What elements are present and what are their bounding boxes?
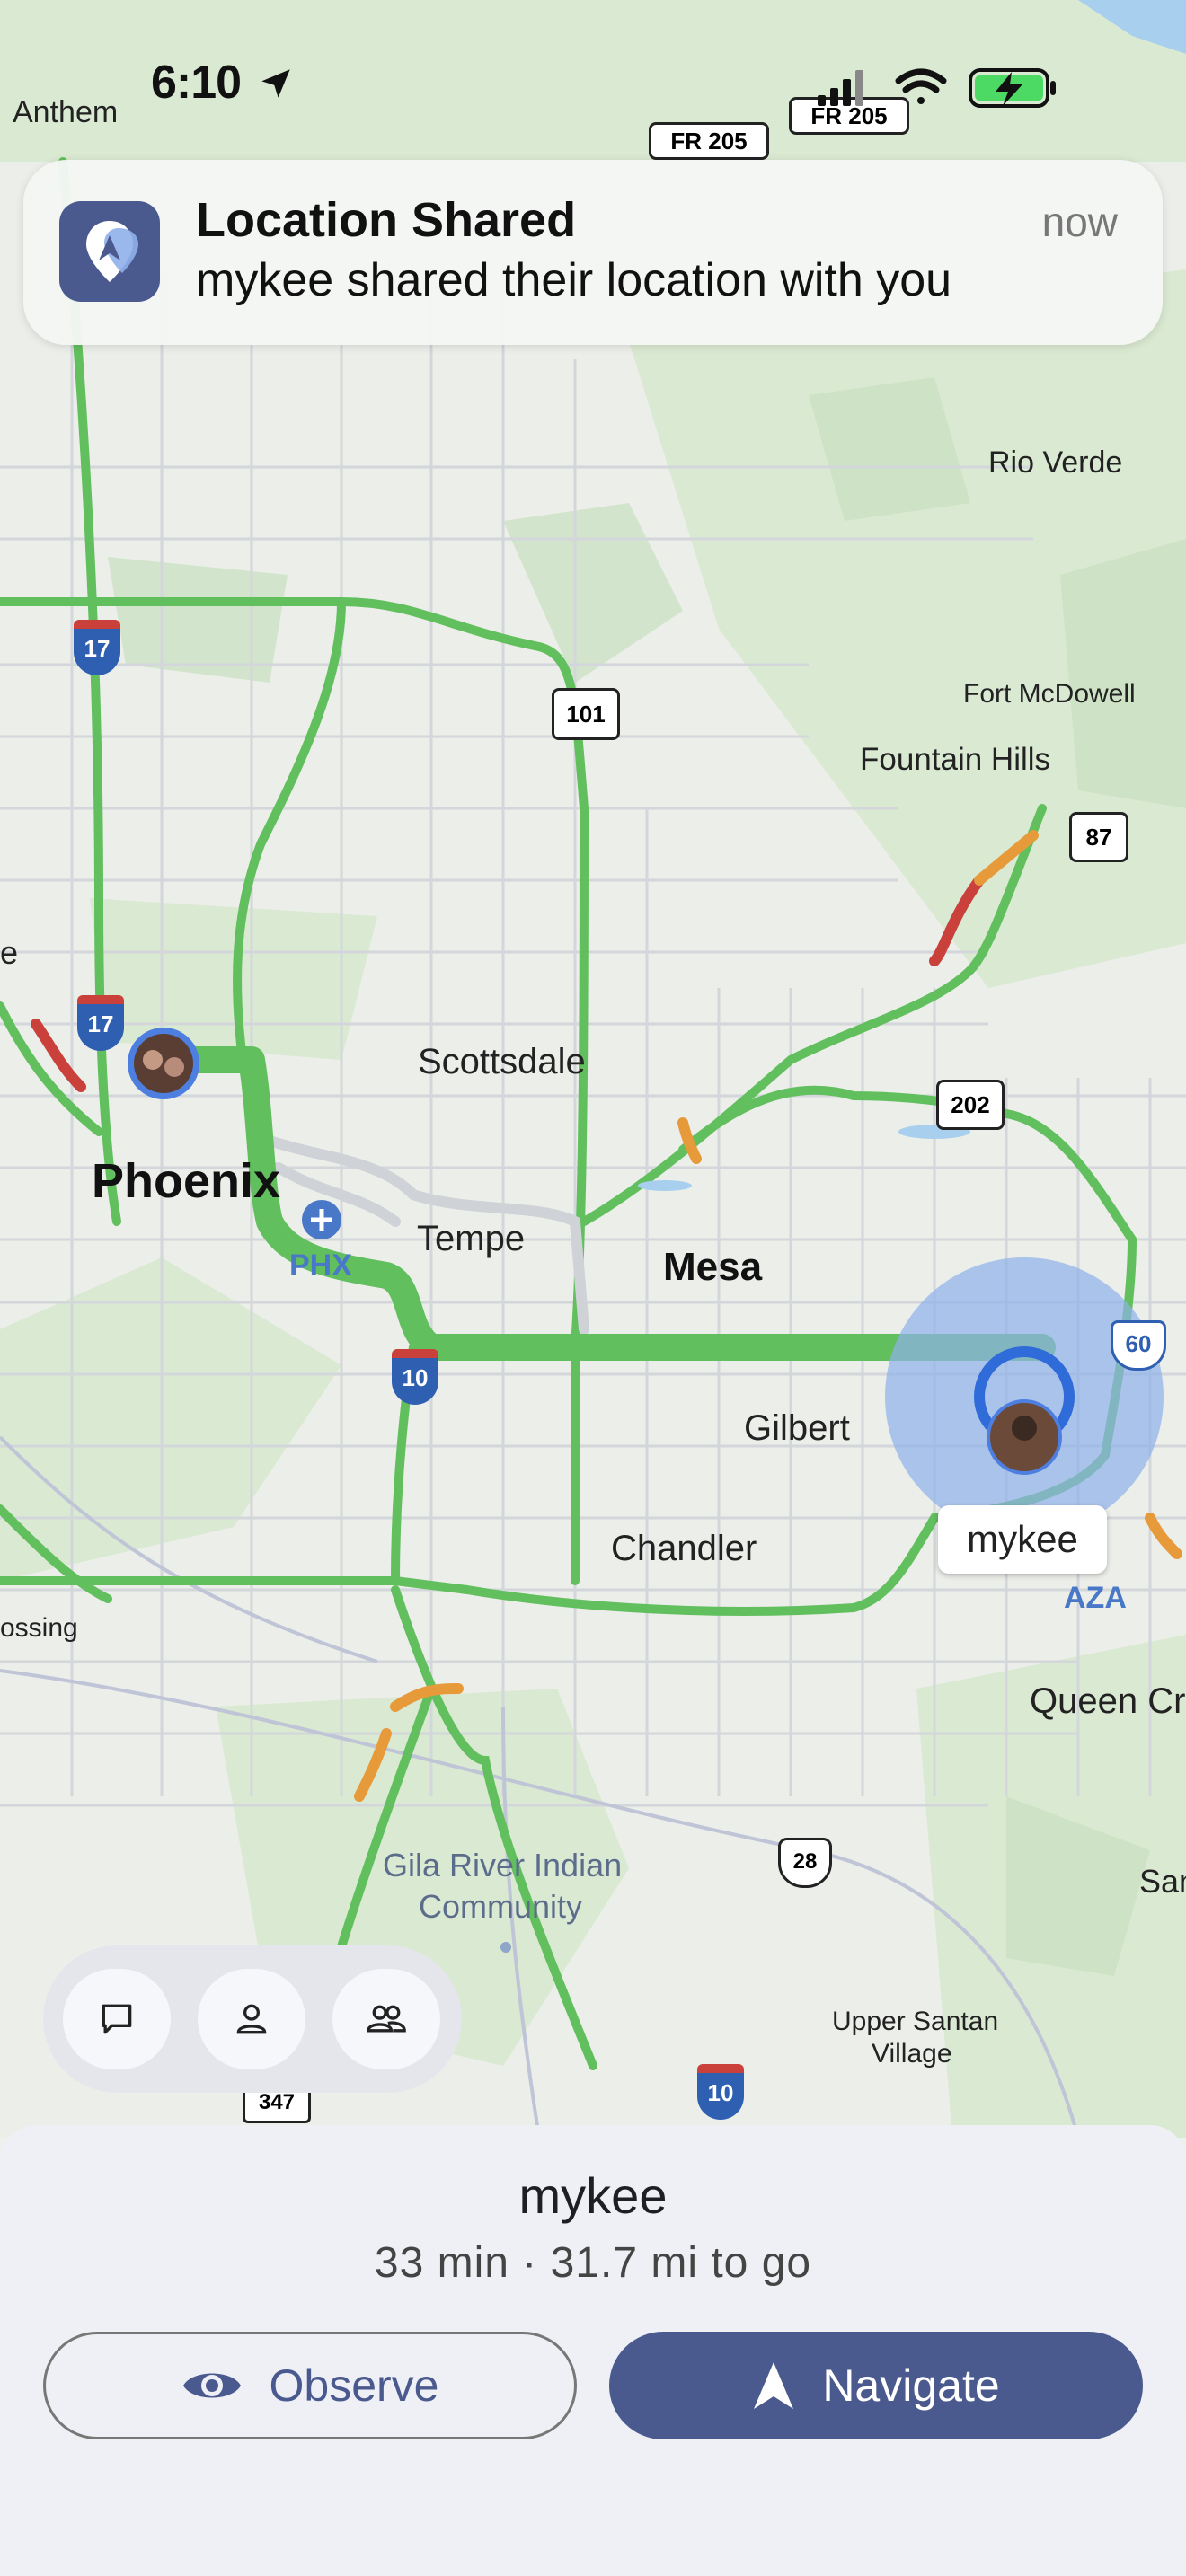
observe-label: Observe bbox=[269, 2360, 439, 2411]
cellular-signal-icon bbox=[818, 70, 863, 106]
sheet-user-name: mykee bbox=[518, 2167, 668, 2224]
map-label-ossing-partial: ossing bbox=[0, 1613, 78, 1643]
navigate-label: Navigate bbox=[822, 2360, 1000, 2411]
chat-button[interactable] bbox=[63, 1969, 171, 2069]
map-label-rio-verde: Rio Verde bbox=[988, 446, 1123, 480]
map-label-phoenix: Phoenix bbox=[92, 1154, 281, 1208]
shield-route-87: 87 bbox=[1069, 812, 1128, 862]
map-action-toolbar bbox=[43, 1945, 462, 2093]
airport-label-phx: PHX bbox=[289, 1248, 352, 1283]
sheet-eta: 33 min · 31.7 mi to go bbox=[374, 2239, 812, 2287]
app-icon bbox=[59, 201, 160, 302]
shield-i17-b: 17 bbox=[77, 995, 124, 1051]
tracked-user-label[interactable]: mykee bbox=[938, 1505, 1107, 1574]
status-icons bbox=[818, 68, 1056, 108]
chat-bubble-icon bbox=[102, 2004, 132, 2034]
map-label-fort-mcdowell: Fort McDowell bbox=[963, 679, 1136, 709]
shield-i17-a: 17 bbox=[74, 620, 120, 675]
shield-i10-a: 10 bbox=[392, 1349, 438, 1405]
status-time: 6:10 bbox=[151, 57, 242, 109]
shield-i10-b: 10 bbox=[697, 2064, 744, 2120]
location-arrow-icon bbox=[261, 69, 290, 98]
map-label-upper-santan-2: Village bbox=[872, 2039, 952, 2069]
notification-title: Location Shared bbox=[196, 193, 577, 247]
shield-route-28: 28 bbox=[778, 1838, 832, 1888]
status-bar: 6:10 bbox=[0, 0, 1186, 171]
notification-time: now bbox=[1041, 198, 1118, 245]
location-pin-icon bbox=[86, 221, 138, 282]
group-button[interactable] bbox=[332, 1969, 440, 2069]
person-button[interactable] bbox=[198, 1969, 305, 2069]
battery-charging-icon bbox=[969, 68, 1056, 108]
map-label-fountain-hills: Fountain Hills bbox=[860, 742, 1051, 777]
map-label-gila-river-1: Gila River Indian bbox=[383, 1847, 623, 1883]
notification-body: mykee shared their location with you bbox=[196, 254, 952, 306]
map-label-upper-santan-1: Upper Santan bbox=[832, 2007, 999, 2036]
shield-route-101: 101 bbox=[552, 688, 620, 740]
shield-us-60: 60 bbox=[1111, 1320, 1166, 1371]
map-label-mesa: Mesa bbox=[663, 1245, 763, 1289]
notification-banner[interactable]: Location Shared mykee shared their locat… bbox=[23, 160, 1163, 345]
eye-icon bbox=[182, 2373, 241, 2398]
map-label-chandler: Chandler bbox=[611, 1529, 757, 1568]
bottom-sheet: mykee 33 min · 31.7 mi to go Observe Nav… bbox=[0, 2125, 1186, 2576]
map-label-scottsdale: Scottsdale bbox=[418, 1042, 586, 1081]
map-label-san-partial: San bbox=[1139, 1863, 1186, 1900]
person-icon bbox=[236, 2004, 267, 2034]
map-label-gilbert: Gilbert bbox=[744, 1408, 850, 1448]
group-icon bbox=[367, 2005, 406, 2033]
map-label-tempe: Tempe bbox=[417, 1219, 526, 1258]
navigate-button[interactable]: Navigate bbox=[609, 2332, 1143, 2439]
navigation-arrow-icon bbox=[754, 2362, 794, 2409]
shield-route-202: 202 bbox=[936, 1080, 1005, 1130]
map-label-e-partial: e bbox=[0, 934, 19, 971]
map-label-gila-river-2: Community bbox=[419, 1888, 583, 1925]
observe-button[interactable]: Observe bbox=[43, 2332, 577, 2439]
airport-label-aza: AZA bbox=[1064, 1581, 1127, 1615]
wifi-icon bbox=[895, 68, 947, 104]
map-label-queen-creek: Queen Cr bbox=[1030, 1681, 1186, 1721]
